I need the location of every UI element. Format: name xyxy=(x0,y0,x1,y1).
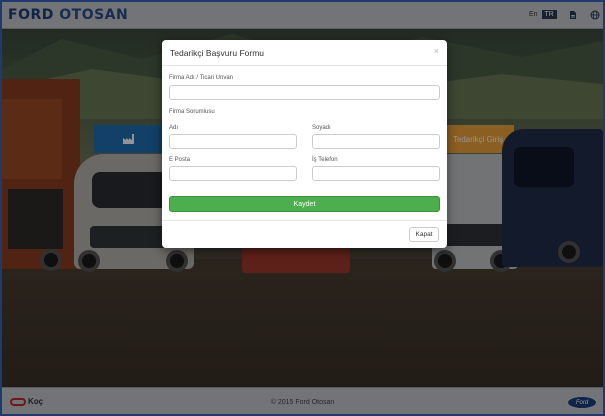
supplier-application-modal: Tedarikçi Başvuru Formu × Firma Adı / Ti… xyxy=(162,40,447,248)
first-name-label: Adı xyxy=(169,125,179,131)
phone-label: İş Telefon xyxy=(312,157,338,163)
close-icon[interactable]: × xyxy=(434,46,439,56)
app-window: FORD OTOSAN En TR Tedarikçi Giriş Koç © … xyxy=(0,0,605,416)
first-name-input[interactable] xyxy=(169,134,297,149)
phone-input[interactable] xyxy=(312,166,440,181)
last-name-label: Soyadı xyxy=(312,125,331,131)
save-button[interactable]: Kaydet xyxy=(169,196,440,212)
close-button[interactable]: Kapat xyxy=(409,227,439,242)
company-name-input[interactable] xyxy=(169,85,440,100)
last-name-input[interactable] xyxy=(312,134,440,149)
email-label: E Posta xyxy=(169,157,191,163)
company-name-label: Firma Adı / Ticari Unvan xyxy=(169,75,234,81)
email-input[interactable] xyxy=(169,166,297,181)
modal-title: Tedarikçi Başvuru Formu xyxy=(170,48,265,58)
responsible-section-label: Firma Sorumlusu xyxy=(169,109,215,115)
modal-header: Tedarikçi Başvuru Formu × xyxy=(162,40,447,66)
modal-footer: Kapat xyxy=(162,220,447,248)
